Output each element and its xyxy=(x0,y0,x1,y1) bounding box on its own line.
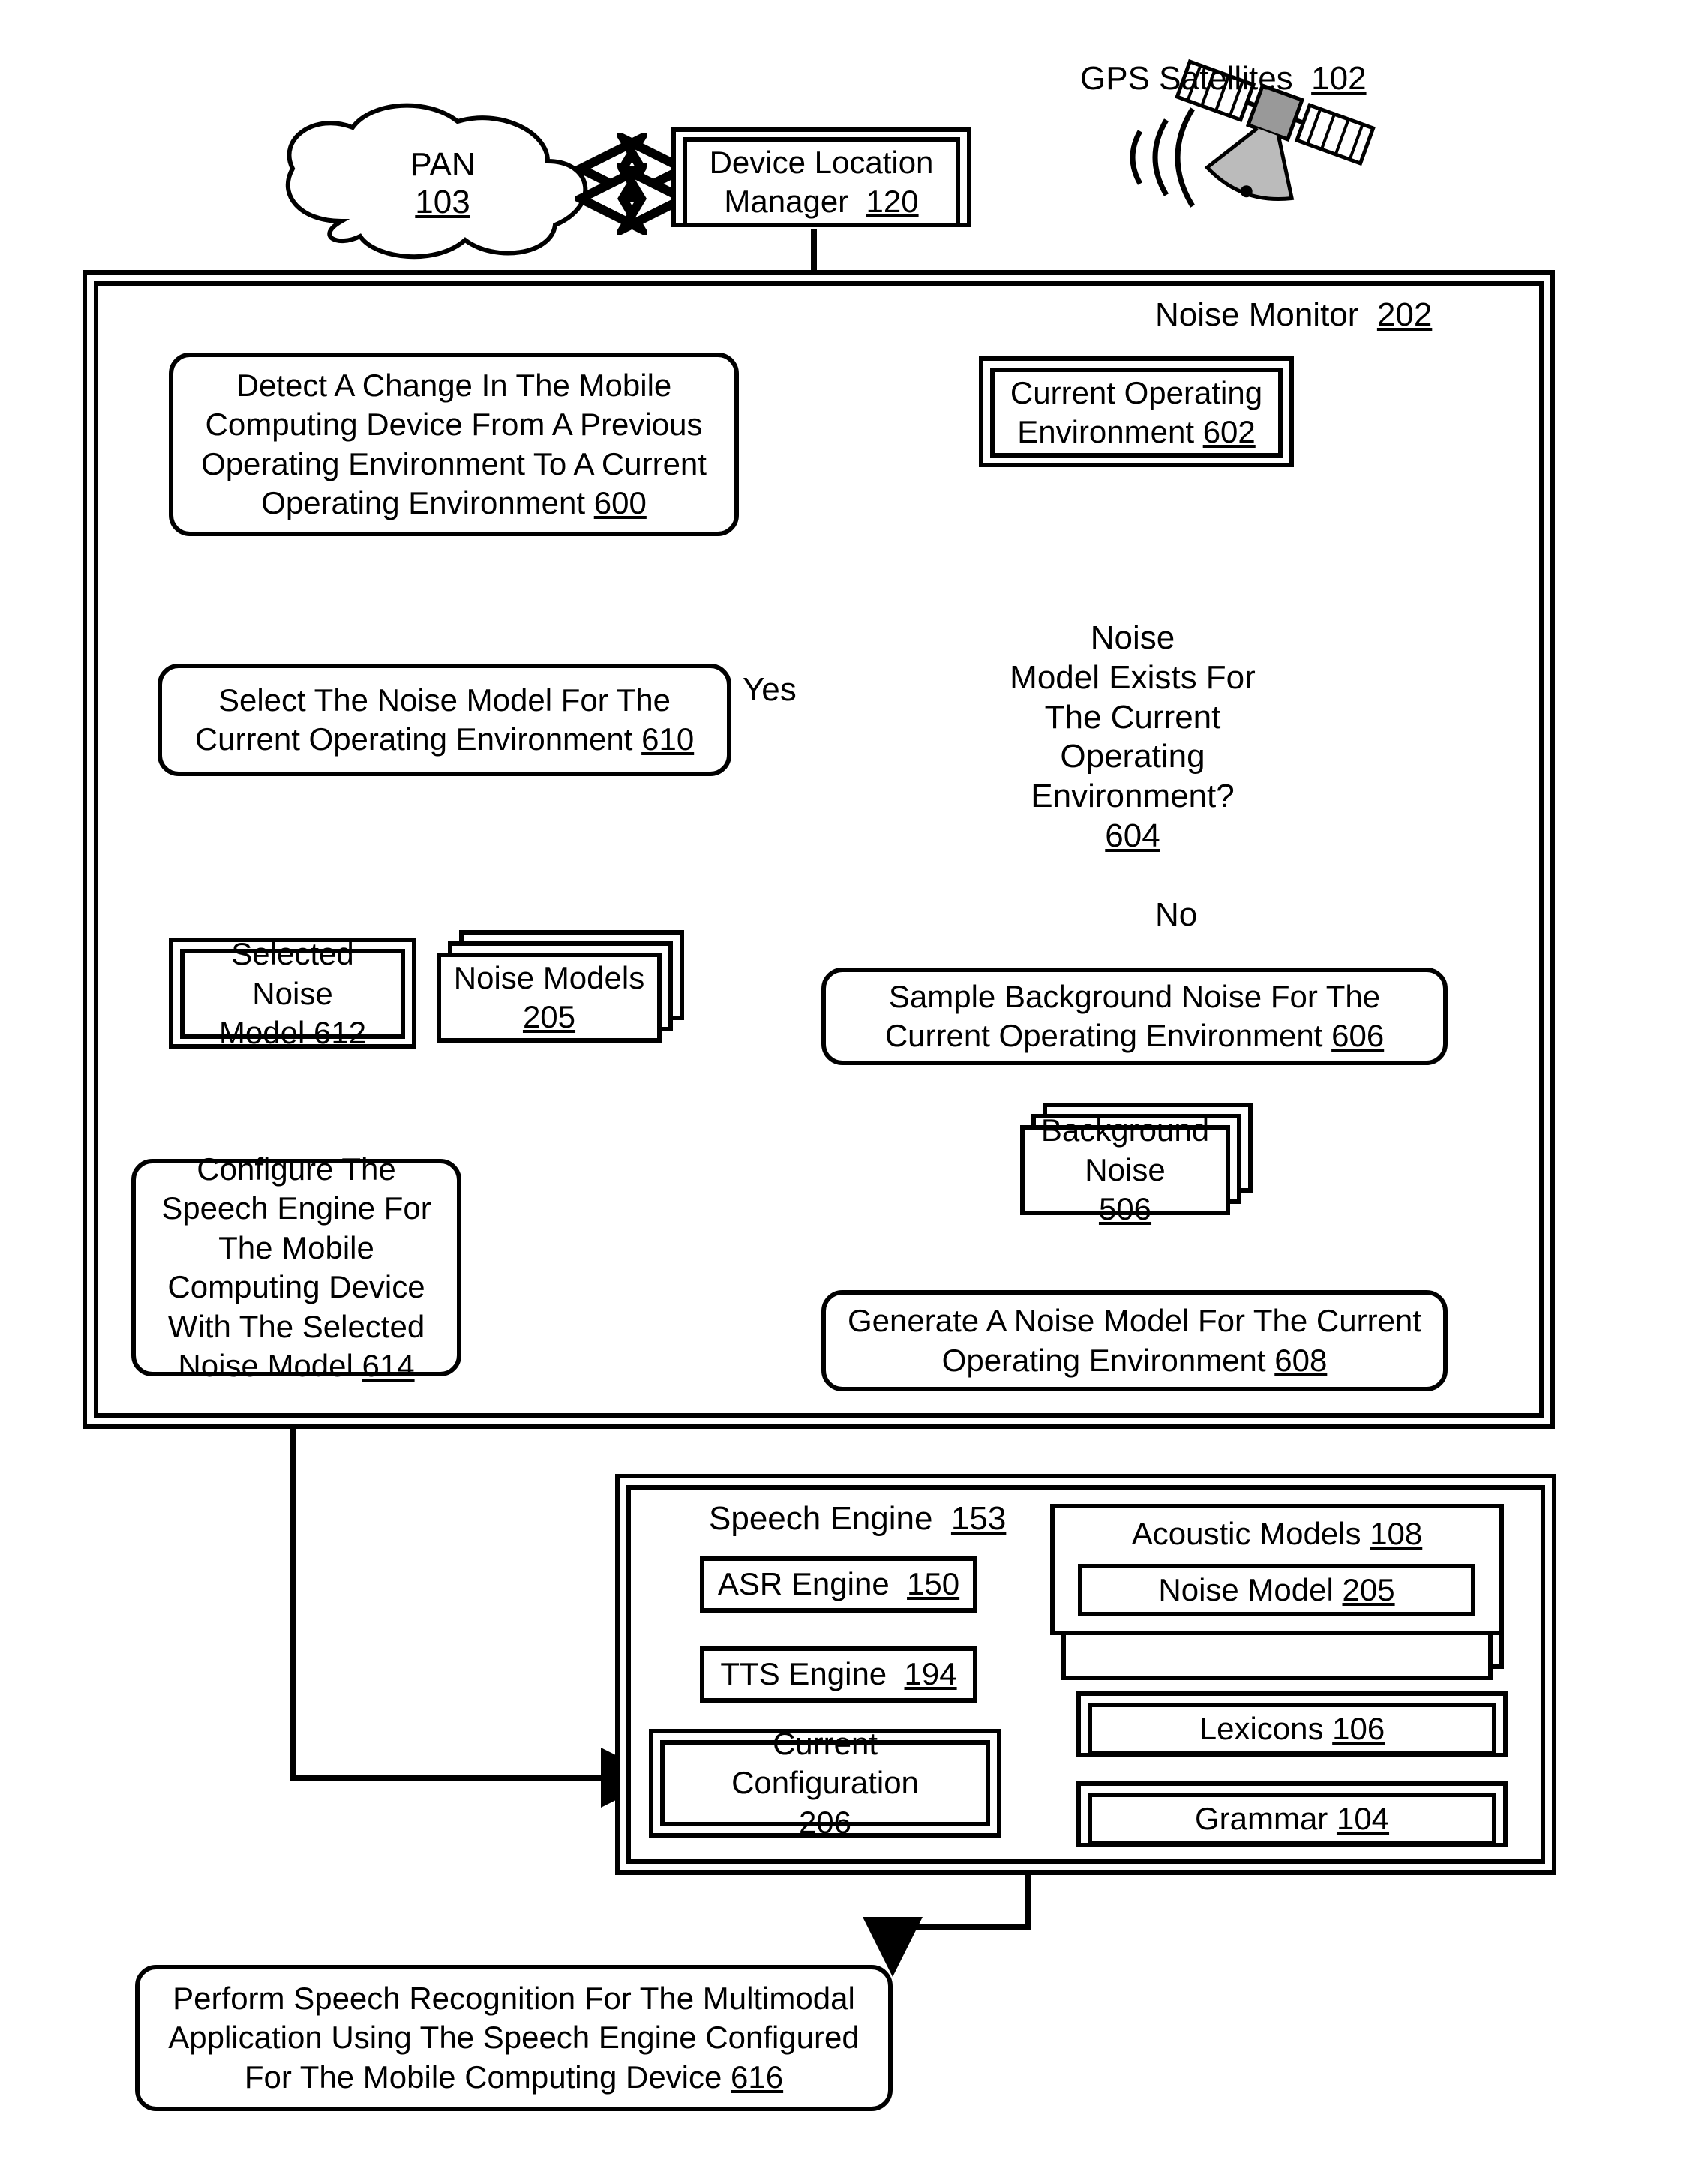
cc-num: 206 xyxy=(799,1803,851,1843)
gram-text: Grammar xyxy=(1195,1801,1328,1836)
gen-text: Generate A Noise Model For The Current O… xyxy=(848,1303,1421,1378)
background-noise: Background Noise 506 xyxy=(1020,1125,1230,1215)
gps-satellites-label: GPS Satellites 102 xyxy=(1080,60,1367,98)
gps-num: 102 xyxy=(1311,60,1366,97)
grammar: Grammar 104 xyxy=(1088,1792,1496,1845)
se-title-num: 153 xyxy=(951,1500,1006,1537)
signal-waves-icon xyxy=(1133,109,1193,206)
perform-speech-recognition: Perform Speech Recognition For The Multi… xyxy=(135,1965,893,2111)
sample-text: Sample Background Noise For The Current … xyxy=(885,979,1380,1054)
bg-num: 506 xyxy=(1099,1190,1151,1229)
device-location-manager: Device Location Manager 120 xyxy=(683,137,960,227)
asr-num: 150 xyxy=(907,1566,959,1601)
tts-engine: TTS Engine 194 xyxy=(700,1646,977,1702)
dlm-num: 120 xyxy=(866,184,919,219)
noise-monitor-title: Noise Monitor 202 xyxy=(1155,296,1432,334)
acoustic-stack1 xyxy=(1061,1628,1493,1680)
noise-models: Noise Models 205 xyxy=(437,952,662,1042)
am-text: Acoustic Models xyxy=(1132,1516,1361,1551)
perf-num: 616 xyxy=(731,2060,783,2095)
dlm-name: Device Location xyxy=(710,145,934,180)
detect-change-box: Detect A Change In The Mobile Computing … xyxy=(169,352,739,536)
dec-num: 604 xyxy=(968,817,1298,856)
gen-num: 608 xyxy=(1274,1342,1327,1378)
asr-engine: ASR Engine 150 xyxy=(700,1556,977,1612)
select-noise-model: Select The Noise Model For The Current O… xyxy=(158,664,731,776)
speech-engine-title: Speech Engine 153 xyxy=(709,1500,1006,1538)
dec4: Environment? xyxy=(968,777,1298,817)
lex-text: Lexicons xyxy=(1199,1711,1324,1746)
cc-text: Current Configuration xyxy=(675,1724,975,1803)
dec3: The Current Operating xyxy=(968,698,1298,778)
current-configuration: Current Configuration 206 xyxy=(660,1740,990,1826)
pan-cloud-label: PAN 103 xyxy=(383,146,503,221)
dec2: Model Exists For xyxy=(968,658,1298,698)
nmi-text: Noise Model xyxy=(1158,1572,1333,1607)
noise-model-inner: Noise Model 205 xyxy=(1078,1564,1475,1616)
dec1: Noise xyxy=(968,619,1298,658)
nm-title-num: 202 xyxy=(1377,296,1432,333)
decision-label: Noise Model Exists For The Current Opera… xyxy=(968,619,1298,856)
nmi-num: 205 xyxy=(1343,1572,1395,1607)
selected-noise-model: Selected Noise Model 612 xyxy=(180,949,405,1039)
cur-env-num: 602 xyxy=(1203,414,1256,449)
gram-num: 104 xyxy=(1337,1801,1389,1836)
no-label: No xyxy=(1155,896,1197,934)
configure-speech-engine: Configure The Speech Engine For The Mobi… xyxy=(131,1159,461,1376)
lex-num: 106 xyxy=(1332,1711,1385,1746)
nm-text: Noise Models xyxy=(454,958,644,998)
cfg-num: 614 xyxy=(362,1348,415,1383)
current-operating-env: Current Operating Environment 602 xyxy=(990,368,1283,458)
pan-name: PAN xyxy=(383,146,503,184)
tts-text: TTS Engine xyxy=(720,1656,887,1691)
gps-text: GPS Satellites xyxy=(1080,60,1293,97)
nm-num: 205 xyxy=(523,998,575,1037)
pan-num: 103 xyxy=(383,184,503,221)
select-num: 610 xyxy=(641,722,694,757)
detect-num: 600 xyxy=(594,485,647,520)
tts-num: 194 xyxy=(905,1656,957,1691)
generate-noise-model: Generate A Noise Model For The Current O… xyxy=(821,1290,1448,1391)
am-num: 108 xyxy=(1370,1516,1422,1551)
select-text: Select The Noise Model For The Current O… xyxy=(195,682,671,758)
sample-num: 606 xyxy=(1331,1018,1384,1053)
dlm-name2: Manager xyxy=(724,184,848,219)
yes-label: Yes xyxy=(743,671,797,709)
bg-text: Background Noise xyxy=(1035,1111,1215,1190)
lexicons: Lexicons 106 xyxy=(1088,1702,1496,1755)
se-title: Speech Engine xyxy=(709,1500,932,1537)
nm-title: Noise Monitor xyxy=(1155,296,1358,333)
sn-num: 612 xyxy=(314,1015,366,1050)
asr-text: ASR Engine xyxy=(718,1566,890,1601)
sample-background-noise: Sample Background Noise For The Current … xyxy=(821,968,1448,1065)
